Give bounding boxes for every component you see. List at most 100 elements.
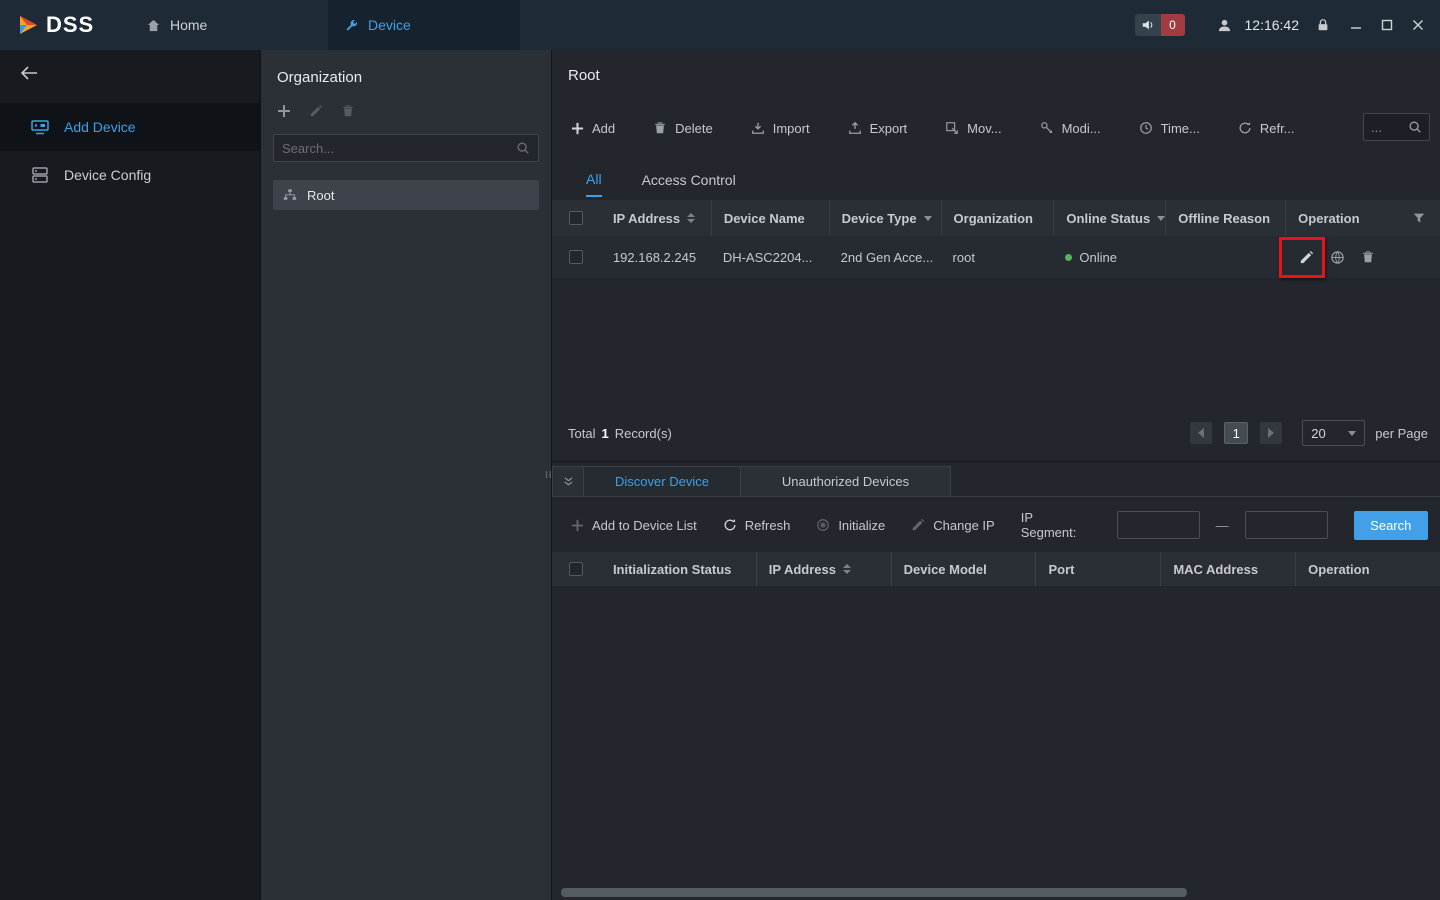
- tab-home[interactable]: Home: [130, 0, 310, 50]
- discover-table: Initialization Status IP Address Device …: [552, 552, 1440, 586]
- refresh-list-button[interactable]: Refr...: [1238, 121, 1295, 136]
- speaker-icon: [1135, 14, 1161, 36]
- maximize-button[interactable]: [1372, 11, 1401, 40]
- sort-icon[interactable]: [687, 213, 695, 223]
- org-tree-icon: [283, 188, 297, 202]
- search-icon[interactable]: [516, 141, 530, 155]
- column-label: Online Status: [1066, 211, 1150, 226]
- column-label: Device Type: [842, 211, 917, 226]
- page-title: Root: [552, 50, 1440, 100]
- panel-divider: [552, 461, 1440, 462]
- modify-password-button[interactable]: Modi...: [1040, 121, 1101, 136]
- initialize-button[interactable]: Initialize: [816, 518, 885, 533]
- ip-segment-label: IP Segment:: [1021, 510, 1091, 540]
- column-label: Operation: [1308, 562, 1369, 577]
- sidebar-item-add-device[interactable]: Add Device: [0, 103, 260, 151]
- tab-unauthorized-devices[interactable]: Unauthorized Devices: [741, 466, 951, 497]
- add-device-button[interactable]: Add: [571, 121, 615, 136]
- current-page-button[interactable]: 1: [1224, 422, 1248, 444]
- next-page-button[interactable]: [1260, 422, 1282, 444]
- lock-icon[interactable]: [1309, 11, 1337, 39]
- minimize-button[interactable]: [1341, 11, 1370, 40]
- column-online-status[interactable]: Online Status: [1053, 200, 1165, 236]
- collapse-panel-button[interactable]: [552, 466, 584, 497]
- organization-search-input[interactable]: [282, 141, 516, 156]
- close-button[interactable]: [1403, 11, 1432, 40]
- row-checkbox[interactable]: [569, 250, 583, 264]
- select-all-checkbox[interactable]: [569, 562, 583, 576]
- change-ip-label: Change IP: [933, 518, 994, 533]
- import-button[interactable]: Import: [751, 121, 810, 136]
- delete-org-icon[interactable]: [341, 104, 355, 118]
- column-offline-reason: Offline Reason: [1165, 200, 1285, 236]
- ip-segment-start-input[interactable]: [1117, 511, 1200, 539]
- record-total: Total 1 Record(s): [568, 426, 672, 441]
- modify-label: Modi...: [1062, 121, 1101, 136]
- device-list-tabs: All Access Control: [552, 163, 1440, 197]
- import-label: Import: [773, 121, 810, 136]
- prev-page-button[interactable]: [1190, 422, 1212, 444]
- column-ip-address[interactable]: IP Address: [601, 200, 711, 236]
- search-icon[interactable]: [1408, 120, 1422, 134]
- device-config-icon: [30, 165, 50, 185]
- initialize-icon: [816, 518, 830, 532]
- add-to-device-list-button[interactable]: Add to Device List: [571, 518, 697, 533]
- tree-node-root[interactable]: Root: [273, 180, 539, 210]
- discover-tabs: Discover Device Unauthorized Devices: [552, 466, 1440, 497]
- add-org-icon[interactable]: [277, 104, 291, 118]
- add-label: Add: [592, 121, 615, 136]
- column-label: MAC Address: [1173, 562, 1258, 577]
- discover-refresh-button[interactable]: Refresh: [723, 518, 791, 533]
- cell-device-type: 2nd Gen Acce...: [829, 236, 941, 278]
- time-sync-button[interactable]: Time...: [1139, 121, 1200, 136]
- page-size-select[interactable]: 20: [1302, 420, 1365, 446]
- page-size-value: 20: [1311, 426, 1325, 441]
- discover-tabline: [552, 496, 1440, 497]
- column-operation: Operation: [1285, 200, 1395, 236]
- edit-org-icon[interactable]: [309, 104, 323, 118]
- tab-access-control[interactable]: Access Control: [642, 163, 736, 197]
- scrollbar-thumb[interactable]: [561, 888, 1187, 897]
- column-device-type[interactable]: Device Type: [829, 200, 941, 236]
- delete-device-button[interactable]: Delete: [653, 121, 713, 136]
- titlebar: DSS Home Device 0 12:16:42: [0, 0, 1440, 50]
- total-label: Total: [568, 426, 595, 441]
- pagination: 1 20 per Page: [1190, 420, 1428, 446]
- alarm-count-badge: 0: [1161, 14, 1185, 36]
- ip-segment-end-input[interactable]: [1245, 511, 1328, 539]
- export-label: Export: [870, 121, 908, 136]
- change-ip-button[interactable]: Change IP: [911, 518, 994, 533]
- online-status-dot: [1065, 254, 1072, 261]
- select-all-checkbox[interactable]: [569, 211, 583, 225]
- total-count: 1: [601, 426, 608, 441]
- device-web-config-icon[interactable]: [1330, 250, 1345, 265]
- titlebar-right: 0 12:16:42: [1135, 0, 1440, 50]
- tab-all[interactable]: All: [586, 163, 602, 197]
- refresh-label: Refresh: [745, 518, 791, 533]
- organization-tree: Root: [273, 180, 539, 210]
- column-ip-address[interactable]: IP Address: [756, 552, 891, 586]
- delete-device-row-icon[interactable]: [1361, 250, 1375, 264]
- sidebar-item-device-config[interactable]: Device Config: [0, 151, 260, 199]
- sort-icon[interactable]: [843, 564, 851, 574]
- back-button[interactable]: [0, 50, 46, 96]
- horizontal-scrollbar[interactable]: [561, 888, 1430, 897]
- organization-title: Organization: [261, 50, 551, 98]
- device-table-header: IP Address Device Name Device Type Organ…: [552, 200, 1440, 236]
- discover-search-button[interactable]: Search: [1354, 511, 1428, 540]
- tab-device[interactable]: Device: [328, 0, 520, 50]
- left-sidebar: Add Device Device Config: [0, 50, 260, 900]
- alarm-sound-control[interactable]: 0: [1135, 14, 1185, 36]
- dss-logo-icon: [16, 13, 40, 37]
- device-search-input[interactable]: [1371, 120, 1401, 135]
- app-title: DSS: [46, 12, 94, 38]
- column-label: Device Name: [724, 211, 805, 226]
- pencil-icon: [911, 518, 925, 532]
- move-button[interactable]: Mov...: [945, 121, 1001, 136]
- export-button[interactable]: Export: [848, 121, 908, 136]
- column-label: Device Model: [904, 562, 987, 577]
- filter-icon[interactable]: [1412, 211, 1426, 225]
- panel-splitter-grip[interactable]: II: [545, 470, 553, 481]
- tab-discover-device[interactable]: Discover Device: [584, 466, 741, 497]
- user-icon[interactable]: [1211, 11, 1239, 39]
